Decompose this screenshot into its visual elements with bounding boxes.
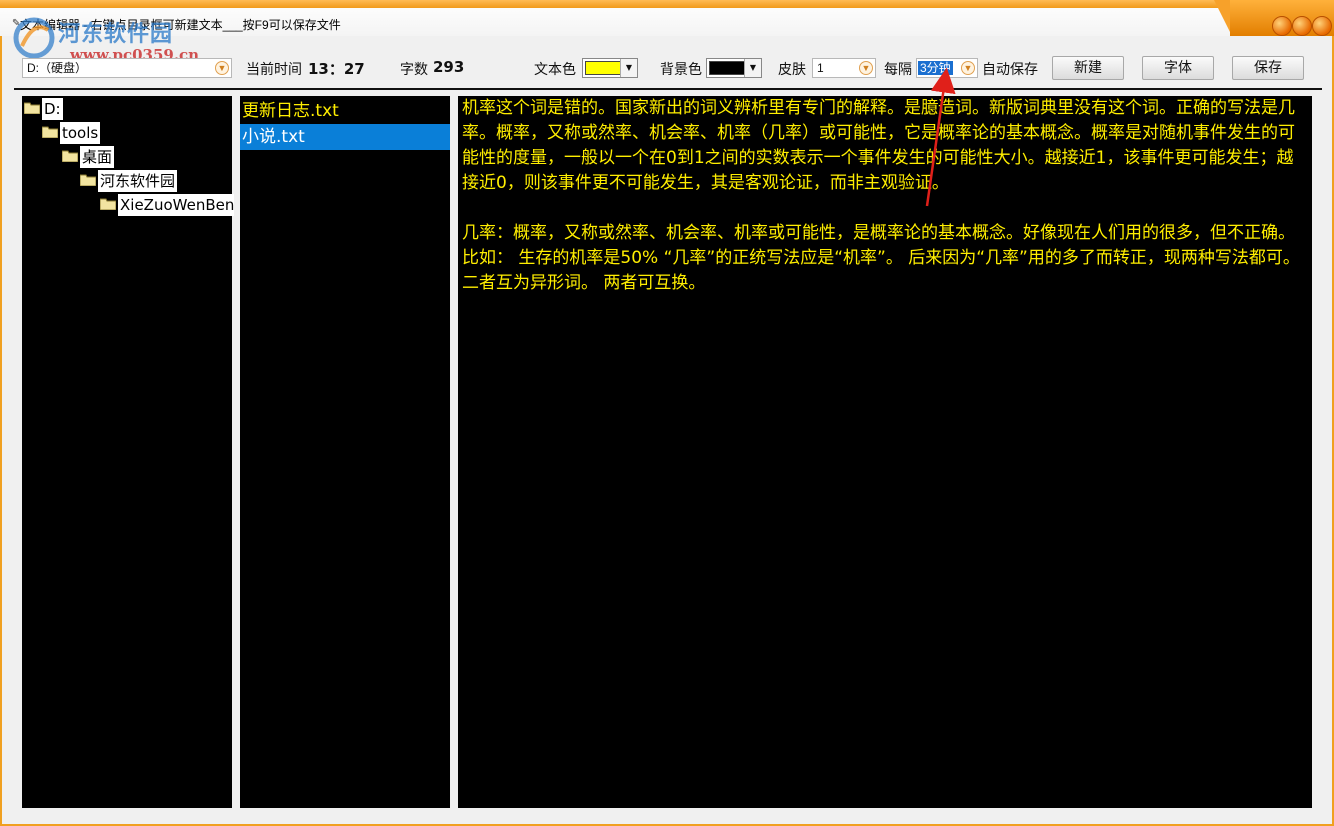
tree-item-xiezuowenben[interactable]: XieZuoWenBen: [118, 194, 234, 216]
tree-item-d-drive[interactable]: D:: [42, 98, 63, 120]
folder-open-icon: [42, 126, 58, 138]
tree-item-tools[interactable]: tools: [60, 122, 101, 144]
bg-color-picker[interactable]: ▼: [706, 58, 762, 78]
interval-select-value: 3分钟: [918, 61, 953, 75]
chevron-down-icon[interactable]: ▼: [859, 61, 873, 75]
text-color-label: 文本色: [534, 62, 576, 78]
editor-paragraph: 几率：概率，又称或然率、机会率、机率或可能性，是概率论的基本概念。好像现在人们用…: [462, 223, 1300, 293]
drive-select-value: D:（硬盘）: [27, 61, 88, 75]
file-item-changelog[interactable]: 更新日志.txt: [240, 98, 450, 124]
minimize-button[interactable]: [1272, 16, 1292, 36]
word-count-value: 293: [433, 58, 465, 76]
text-color-swatch: [585, 61, 621, 75]
dropdown-arrow-icon[interactable]: ▼: [620, 59, 637, 77]
folder-open-icon: [24, 102, 40, 114]
toolbar-divider: [14, 88, 1322, 90]
toolbar: D:（硬盘） ▼ 当前时间 13：27 字数 293 文本色 ▼ 背景色 ▼ 皮…: [0, 50, 1334, 86]
editor-paragraph: 机率这个词是错的。国家新出的词义辨析里有专门的解释。是臆造词。新版词典里没有这个…: [462, 98, 1295, 193]
folder-open-icon: [62, 150, 78, 162]
chevron-down-icon[interactable]: ▼: [961, 61, 975, 75]
title-accent-strip: [0, 0, 1334, 8]
autosave-label: 自动保存: [982, 62, 1038, 78]
word-count-label: 字数: [400, 62, 428, 78]
skin-select[interactable]: 1 ▼: [812, 58, 876, 78]
folder-open-icon: [80, 174, 96, 186]
tree-item-desktop[interactable]: 桌面: [80, 146, 115, 168]
file-list[interactable]: 更新日志.txt 小说.txt: [240, 96, 450, 808]
folder-open-icon: [100, 198, 116, 210]
text-editor[interactable]: 机率这个词是错的。国家新出的词义辨析里有专门的解释。是臆造词。新版词典里没有这个…: [458, 96, 1312, 808]
maximize-button[interactable]: [1292, 16, 1312, 36]
chevron-down-icon[interactable]: ▼: [215, 61, 229, 75]
drive-select[interactable]: D:（硬盘） ▼: [22, 58, 232, 78]
time-value: 13：27: [308, 60, 365, 78]
new-button[interactable]: 新建: [1052, 56, 1124, 80]
bg-color-label: 背景色: [660, 62, 702, 78]
font-button[interactable]: 字体: [1142, 56, 1214, 80]
directory-tree[interactable]: D: tools 桌面 河东软件园 XieZuoWenBen: [22, 96, 234, 808]
interval-select[interactable]: 3分钟 ▼: [916, 58, 978, 78]
dropdown-arrow-icon[interactable]: ▼: [744, 59, 761, 77]
bg-color-swatch: [709, 61, 745, 75]
close-button[interactable]: [1312, 16, 1332, 36]
watermark-text: 河东软件园: [58, 21, 174, 47]
tree-item-hedong[interactable]: 河东软件园: [98, 170, 178, 192]
text-color-picker[interactable]: ▼: [582, 58, 638, 78]
time-label: 当前时间: [246, 62, 302, 78]
skin-select-value: 1: [817, 61, 824, 75]
interval-label: 每隔: [884, 62, 912, 78]
file-item-novel[interactable]: 小说.txt: [240, 124, 450, 150]
skin-label: 皮肤: [778, 62, 806, 78]
save-button[interactable]: 保存: [1232, 56, 1304, 80]
